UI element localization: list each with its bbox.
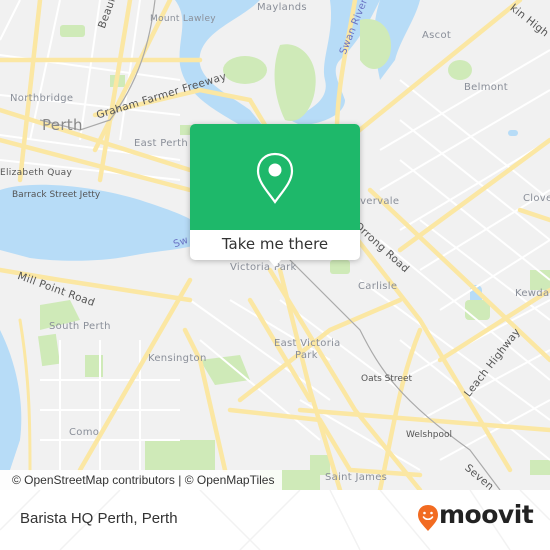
map-label-mount-lawley: Mount Lawley	[150, 14, 216, 24]
map-label-east-perth: East Perth	[134, 138, 188, 149]
map-label-barrack-street-jetty: Barrack Street Jetty	[12, 190, 101, 200]
popup-pointer	[269, 260, 281, 267]
popup-header[interactable]	[190, 124, 360, 230]
map-label-east-victoria-park: East Victoria	[274, 338, 341, 349]
map-label-ascot: Ascot	[422, 30, 452, 41]
map-label-welshpool: Welshpool	[406, 430, 453, 440]
map-label-cloverdale: Clove	[523, 193, 550, 204]
map-label-maylands: Maylands	[257, 2, 307, 13]
map-label-northbridge: Northbridge	[10, 93, 74, 104]
map[interactable]: Maylands Mount Lawley Beaufort Street Sw…	[0, 0, 550, 490]
map-label-kewdale: Kewda	[515, 288, 550, 299]
map-label-victoria-park: Victoria Park	[230, 262, 297, 273]
map-label-carlisle: Carlisle	[358, 281, 398, 292]
map-label-oats-street: Oats Street	[361, 374, 413, 384]
location-popup[interactable]: Take me there	[190, 124, 360, 267]
moovit-wordmark: moovit	[439, 500, 534, 529]
map-label-east-victoria-park-2: Park	[295, 350, 318, 361]
map-label-rivervale: ivervale	[357, 196, 400, 207]
map-label-como: Como	[69, 427, 100, 438]
map-attribution[interactable]: © OpenStreetMap contributors | © OpenMap…	[0, 470, 283, 490]
map-label-saint-james: Saint James	[325, 472, 388, 483]
moovit-smiley-pin-icon	[418, 505, 438, 531]
map-pin-icon	[256, 152, 294, 204]
map-label-south-perth: South Perth	[49, 321, 111, 332]
map-label-kensington: Kensington	[148, 353, 207, 364]
map-label-perth: Perth	[42, 116, 83, 134]
place-name: Barista HQ Perth, Perth	[20, 510, 178, 527]
take-me-there-button[interactable]: Take me there	[190, 230, 360, 260]
footer: Barista HQ Perth, Perth moovit	[0, 490, 550, 550]
map-label-elizabeth-quay: Elizabeth Quay	[0, 168, 73, 178]
map-label-belmont: Belmont	[464, 82, 509, 93]
